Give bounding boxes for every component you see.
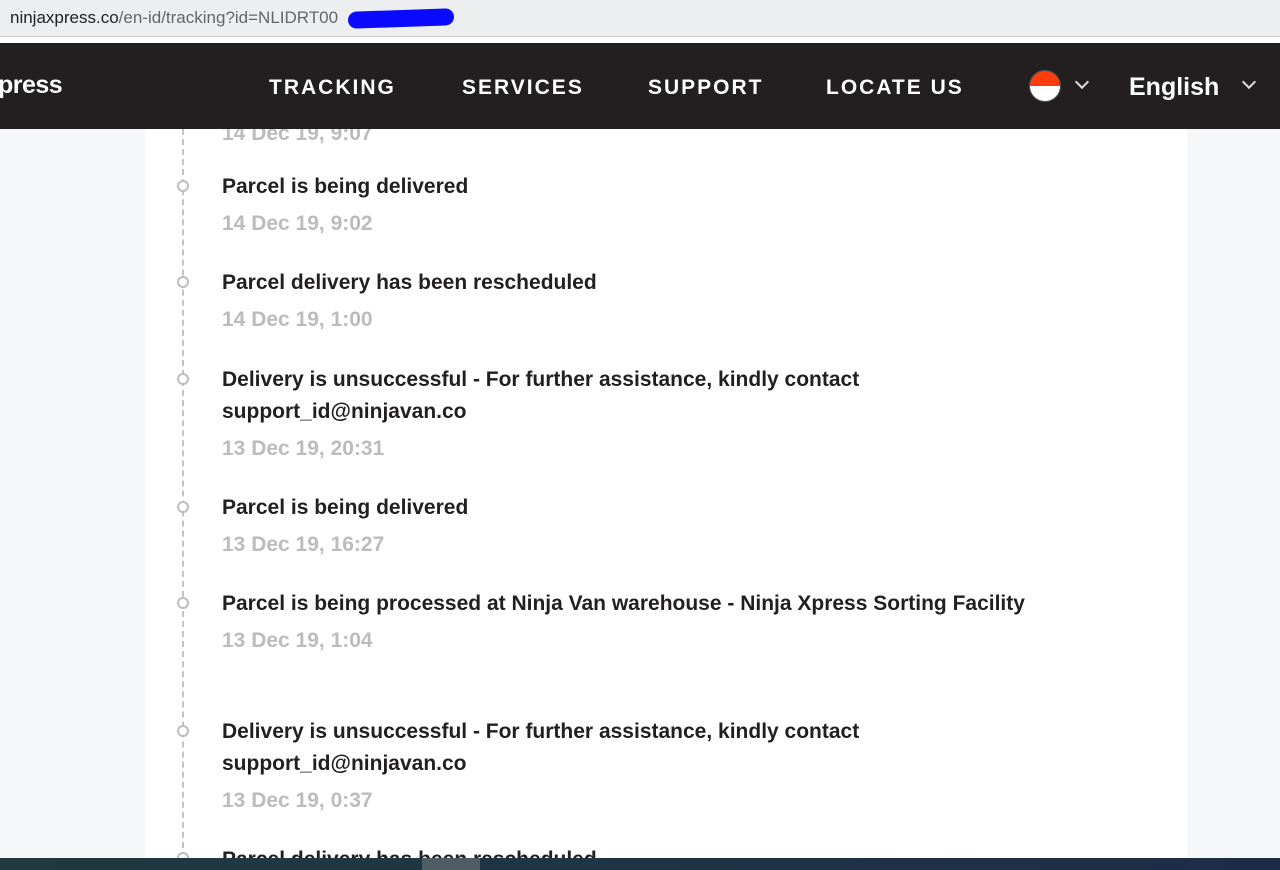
nav-support[interactable]: SUPPORT <box>648 76 764 100</box>
timeline-event: Parcel delivery has been rescheduled 14 D… <box>222 267 1122 336</box>
url-host: ninjaxpress.co <box>10 8 119 27</box>
indonesia-flag-icon[interactable] <box>1029 70 1061 102</box>
event-date: 13 Dec 19, 20:31 <box>222 437 385 460</box>
timeline-event: Delivery is unsuccessful - For further a… <box>222 716 982 817</box>
timeline-event: Parcel is being delivered 13 Dec 19, 16:2… <box>222 492 1122 561</box>
timeline-dot <box>177 501 189 513</box>
timeline-dot <box>177 725 189 737</box>
event-date: 14 Dec 19, 9:07 <box>222 129 373 145</box>
chevron-down-icon[interactable] <box>1241 74 1257 90</box>
timeline-dot <box>177 597 189 609</box>
chevron-down-icon[interactable] <box>1074 74 1090 90</box>
url-path: /en-id/tracking?id=NLIDRT00 <box>118 8 339 27</box>
timeline-line <box>182 129 184 858</box>
timeline-event: Parcel is being processed at Ninja Van w… <box>222 588 1102 657</box>
event-date: 13 Dec 19, 16:27 <box>222 533 385 556</box>
nav-services[interactable]: SERVICES <box>462 76 584 100</box>
event-title: Delivery is unsuccessful - For further a… <box>222 368 860 423</box>
timeline-dot <box>177 180 189 192</box>
taskbar <box>0 858 1280 870</box>
event-title: Parcel delivery has been rescheduled <box>222 844 1122 858</box>
event-date: 14 Dec 19, 9:02 <box>222 212 373 235</box>
event-date: 13 Dec 19, 0:37 <box>222 789 373 812</box>
address-bar[interactable]: ninjaxpress.co/en-id/tracking?id=NLIDRT0… <box>0 0 1280 37</box>
nav-tracking[interactable]: TRACKING <box>269 76 396 100</box>
tracking-timeline: 14 Dec 19, 9:07 Parcel is being delivere… <box>145 129 1187 858</box>
logo[interactable]: press <box>0 71 63 100</box>
event-title: Parcel is being delivered <box>222 496 469 519</box>
event-date: 14 Dec 19, 1:00 <box>222 308 373 331</box>
timeline-event: Parcel delivery has been rescheduled <box>222 844 1122 858</box>
timeline-dot <box>177 373 189 385</box>
timeline-event: 14 Dec 19, 9:07 <box>222 129 1122 150</box>
event-title: Parcel is being processed at Ninja Van w… <box>222 592 1025 615</box>
event-title: Delivery is unsuccessful - For further a… <box>222 720 860 775</box>
timeline-event: Parcel is being delivered 14 Dec 19, 9:02 <box>222 171 1122 240</box>
nav-locate-us[interactable]: LOCATE US <box>826 76 964 100</box>
timeline-dot <box>177 276 189 288</box>
taskbar-item[interactable] <box>422 858 480 870</box>
top-nav: press TRACKING SERVICES SUPPORT LOCATE U… <box>0 43 1280 129</box>
event-title: Parcel is being delivered <box>222 175 469 198</box>
redaction-mark <box>347 8 455 29</box>
timeline-event: Delivery is unsuccessful - For further a… <box>222 364 982 465</box>
url-text[interactable]: ninjaxpress.co/en-id/tracking?id=NLIDRT0… <box>10 8 338 28</box>
event-date: 13 Dec 19, 1:04 <box>222 629 373 652</box>
event-title: Parcel delivery has been rescheduled <box>222 271 597 294</box>
language-selector[interactable]: English <box>1129 73 1219 102</box>
